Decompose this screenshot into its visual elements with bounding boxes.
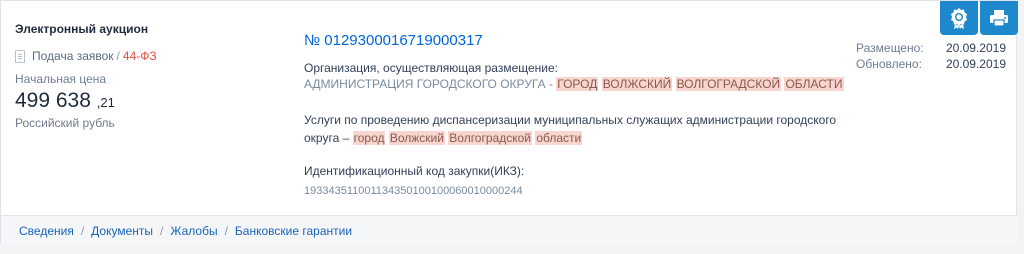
award-button[interactable] (940, 1, 978, 35)
org-name: АДМИНИСТРАЦИЯ ГОРОДСКОГО ОКРУГА - ГОРОД … (304, 77, 864, 91)
award-icon (951, 8, 967, 29)
org-name-highlight: ГОРОД (556, 77, 599, 91)
tab-bank-guarantees[interactable]: Банковские гарантии (235, 224, 352, 238)
lot-summary: Электронный аукцион Подача заявок / 44-Ф… (15, 22, 275, 130)
org-name-highlight: ВОЛЖСКИЙ (601, 77, 673, 91)
date-row-updated: Обновлено: 20.09.2019 (856, 57, 1006, 73)
price-label: Начальная цена (15, 72, 107, 86)
tab-separator: / (224, 223, 228, 238)
price-fraction: ,21 (96, 95, 115, 110)
subject-highlight: области (535, 131, 583, 145)
tab-separator: / (160, 223, 164, 238)
tender-card: Электронный аукцион Подача заявок / 44-Ф… (0, 0, 1018, 245)
org-name-plain: АДМИНИСТРАЦИЯ ГОРОДСКОГО ОКРУГА - (304, 77, 553, 91)
subject-highlight: Волгоградской (448, 131, 532, 145)
price-value: 499 638 ,21 (15, 89, 275, 115)
tab-documents[interactable]: Документы (91, 224, 153, 238)
tab-info[interactable]: Сведения (19, 224, 74, 238)
tab-complaints[interactable]: Жалобы (170, 224, 217, 238)
subject-highlight: город (352, 131, 386, 145)
document-icon (15, 49, 25, 63)
currency-label: Российский рубль (15, 116, 115, 130)
lot-stage: Подача заявок / 44-ФЗ (15, 49, 275, 63)
stage-label: Подача заявок (32, 49, 114, 63)
tab-separator: / (80, 223, 85, 238)
tender-number-link[interactable]: № 0129300016719000317 (304, 32, 483, 49)
stage-separator: / (116, 49, 120, 63)
print-button[interactable] (980, 1, 1018, 35)
tender-tabs: Сведения / Документы / Жалобы / Банковск… (1, 215, 1018, 245)
ikz-value: 193343511001134350100100060010000244 (304, 185, 523, 197)
published-date: 20.09.2019 (945, 41, 1006, 55)
subject-highlight: Волжский (388, 131, 445, 145)
updated-date: 20.09.2019 (945, 57, 1006, 71)
printer-icon (990, 10, 1008, 27)
date-row-published: Размещено: 20.09.2019 (856, 41, 1006, 57)
law-label: 44-ФЗ (122, 49, 157, 63)
org-name-highlight: ОБЛАСТИ (784, 77, 844, 91)
org-label: Организация, осуществляющая размещение: (304, 61, 558, 75)
org-name-highlight: ВОЛГОГРАДСКОЙ (675, 77, 782, 91)
tender-details: № 0129300016719000317 Организация, осуще… (304, 32, 864, 197)
tender-subject: Услуги по проведению диспансеризации мун… (304, 111, 854, 147)
published-label: Размещено: (856, 41, 924, 55)
procurement-type: Электронный аукцион (15, 22, 149, 36)
ikz-label: Идентификационный код закупки(ИКЗ): (304, 164, 525, 178)
updated-label: Обновлено: (856, 57, 922, 71)
price-main: 499 638 (15, 89, 91, 112)
dates-panel: Размещено: 20.09.2019 Обновлено: 20.09.2… (856, 41, 1006, 73)
